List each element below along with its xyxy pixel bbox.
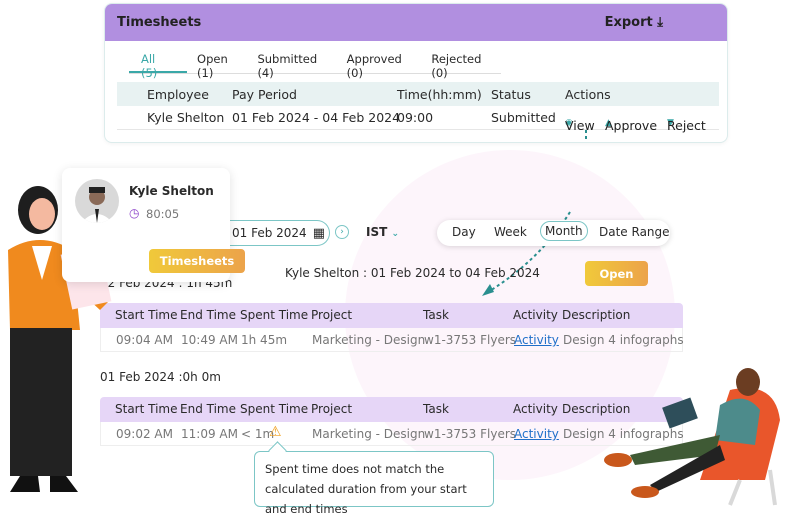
day-table: Start Time End Time Spent Time Project T…	[100, 303, 684, 352]
col-activity: Activity	[513, 308, 558, 322]
warning-tooltip: Spent time does not match the calculated…	[254, 451, 494, 516]
profile-name: Kyle Shelton	[129, 184, 214, 198]
task-cell: w1-3753 Flyers	[424, 333, 517, 347]
activity-link[interactable]: Activity	[514, 333, 559, 347]
end-cell: 10:49 AM	[181, 333, 238, 347]
view-date-range[interactable]: Date Range	[599, 225, 670, 239]
spent-cell: 1h 45m	[241, 333, 288, 347]
col-project: Project	[311, 308, 353, 322]
date-picker[interactable]: 01 Feb 2024 ▦	[222, 220, 330, 246]
date-value: 01 Feb 2024	[232, 226, 307, 240]
view-day[interactable]: Day	[452, 225, 476, 239]
timezone-value: IST	[366, 225, 388, 239]
timesheets-button[interactable]: Timesheets	[149, 249, 245, 273]
profile-hours: 80:05	[146, 207, 180, 221]
col-project: Project	[311, 402, 353, 416]
project-cell: Marketing - Design	[312, 427, 426, 441]
avatar	[75, 179, 119, 223]
description-cell: Design 4 infographs	[563, 333, 684, 347]
col-end: End Time	[180, 402, 236, 416]
view-week[interactable]: Week	[494, 225, 527, 239]
col-spent: Spent Time	[240, 402, 309, 416]
table-header: Start Time End Time Spent Time Project T…	[100, 303, 683, 328]
task-cell: w1-3753 Flyers	[424, 427, 517, 441]
calendar-icon: ▦	[312, 225, 325, 241]
summary-title: Kyle Shelton : 01 Feb 2024 to 04 Feb 202…	[285, 266, 540, 280]
next-arrow-icon[interactable]: ›	[335, 225, 349, 239]
timezone-select[interactable]: IST ⌄	[366, 225, 399, 239]
warning-icon[interactable]: ⚠	[269, 424, 282, 440]
end-cell: 11:09 AM	[181, 427, 238, 441]
col-end: End Time	[180, 308, 236, 322]
col-task: Task	[423, 308, 449, 322]
clock-icon: ◷	[129, 206, 140, 220]
project-cell: Marketing - Design	[312, 333, 426, 347]
chevron-down-icon: ⌄	[391, 229, 400, 239]
table-row: 09:04 AM 10:49 AM 1h 45m Marketing - Des…	[100, 328, 684, 352]
open-status-button[interactable]: Open	[585, 261, 648, 286]
col-task: Task	[423, 402, 449, 416]
man-in-chair-illustration	[604, 368, 780, 506]
col-spent: Spent Time	[240, 308, 309, 322]
activity-link[interactable]: Activity	[514, 427, 559, 441]
view-switcher: Day Week Month Date Range	[437, 220, 670, 246]
view-month[interactable]: Month	[540, 221, 588, 241]
col-activity: Activity	[513, 402, 558, 416]
col-description: Description	[562, 308, 631, 322]
